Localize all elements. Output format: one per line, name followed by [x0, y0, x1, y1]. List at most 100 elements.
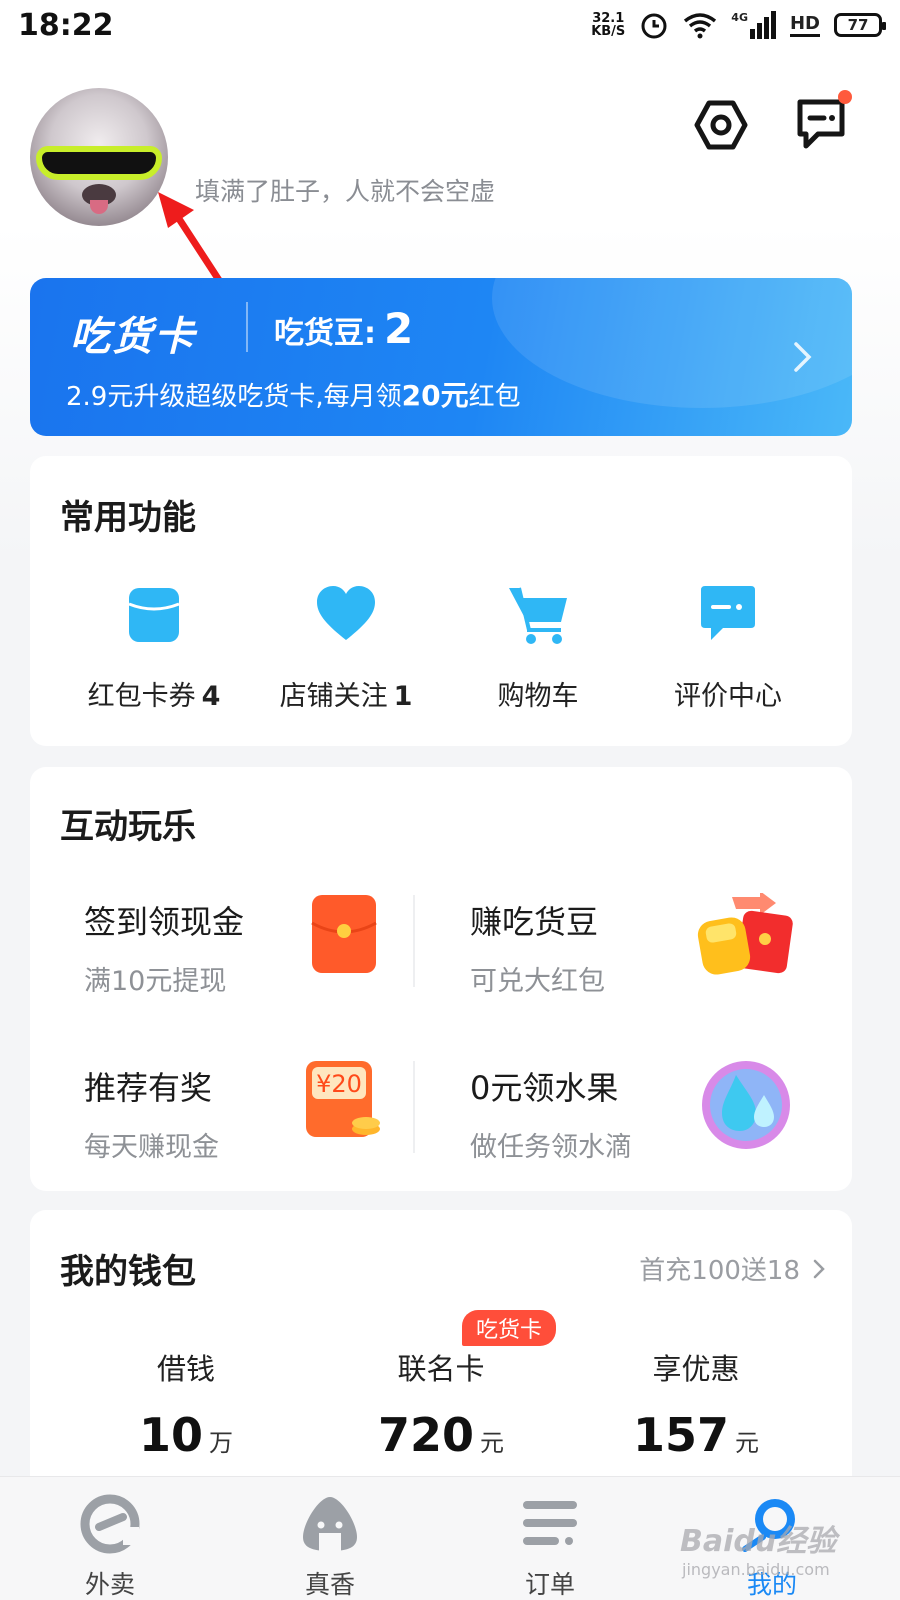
network-speed: 32.1 KB/S: [591, 12, 625, 38]
baidu-watermark: Baidu经验: [680, 1524, 837, 1559]
function-cart-label: 购物车: [497, 681, 579, 712]
function-followed-count: 1: [393, 681, 413, 712]
wallet-discount[interactable]: 享优惠 157 元: [596, 1346, 796, 1462]
coupon-amount-text: ¥20: [316, 1070, 362, 1098]
game-referral-desc: 每天赚现金: [84, 1132, 219, 1163]
avatar-glasses: [36, 146, 162, 180]
tab-zhenxiang-label: 真香: [304, 1570, 355, 1599]
tab-orders-label: 订单: [524, 1570, 575, 1599]
coupon-20-icon: ¥20: [306, 1061, 380, 1137]
function-coupons[interactable]: 红包卡券 4: [54, 584, 254, 713]
tab-takeout[interactable]: 外卖: [50, 1493, 170, 1600]
message-icon[interactable]: [794, 96, 848, 152]
red-envelope-icon: [311, 895, 377, 973]
tab-zhenxiang[interactable]: 真香: [270, 1493, 390, 1600]
wallet-promo-text: 首充100送18: [639, 1256, 800, 1286]
wallet-discount-number: 157: [632, 1408, 730, 1462]
game-checkin-cash[interactable]: 签到领现金 满10元提现: [84, 895, 424, 1007]
common-functions-title: 常用功能: [60, 498, 196, 538]
function-followed-label: 店铺关注 1: [246, 674, 446, 713]
function-reviews-label: 评价中心: [674, 681, 782, 712]
beans-gift-icon: [697, 893, 793, 975]
foodie-beans-count: 2: [384, 304, 414, 353]
foodie-card-banner[interactable]: 吃货卡 吃货豆: 2 2.9元升级超级吃货卡,每月领20元红包: [30, 278, 852, 436]
wallet-promo-link[interactable]: 首充100送18: [639, 1250, 826, 1287]
message-unread-dot: [838, 90, 852, 104]
profile-motto[interactable]: 填满了肚子，人就不会空虚: [195, 172, 495, 208]
foodie-card-title: 吃货卡: [70, 314, 196, 360]
wallet-loan-value: 10 万: [86, 1408, 286, 1462]
game-checkin-name: 签到领现金: [84, 903, 245, 941]
wallet-discount-unit: 元: [735, 1429, 760, 1457]
wallet-loan[interactable]: 借钱 10 万: [86, 1346, 286, 1462]
game-beans-name: 赚吃货豆: [470, 903, 599, 941]
function-coupons-count: 4: [201, 681, 221, 712]
game-free-fruit[interactable]: 0元领水果 做任务领水滴: [470, 1061, 810, 1173]
foodie-promo-amount: 20元: [401, 379, 469, 412]
wallet-discount-label: 享优惠: [652, 1352, 740, 1386]
cart-icon: [509, 587, 567, 644]
function-reviews[interactable]: 评价中心: [628, 584, 828, 713]
wallet-discount-value: 157 元: [596, 1408, 796, 1462]
cellular-signal-icon: 4G: [731, 11, 776, 39]
wallet-icon: [128, 588, 180, 642]
heart-icon: [317, 586, 375, 640]
status-time: 18:22: [18, 7, 114, 43]
baidu-watermark-url: jingyan.baidu.com: [682, 1560, 830, 1579]
foodie-beans: 吃货豆: 2: [274, 304, 413, 353]
chevron-right-icon[interactable]: [792, 340, 814, 374]
game-divider: [413, 1061, 415, 1153]
alarm-icon: [641, 13, 667, 39]
settings-icon[interactable]: [694, 98, 748, 152]
function-followed-text: 店铺关注: [279, 681, 388, 712]
function-coupons-label: 红包卡券 4: [54, 674, 254, 713]
wifi-icon: [684, 13, 717, 39]
wallet-cobrand-unit: 元: [480, 1429, 505, 1457]
wallet-foodie-badge: 吃货卡: [462, 1310, 557, 1346]
tab-orders[interactable]: 订单: [490, 1493, 610, 1600]
foodie-beans-label: 吃货豆:: [274, 316, 376, 351]
function-followed-stores[interactable]: 店铺关注 1: [246, 584, 446, 713]
game-fruit-desc: 做任务领水滴: [470, 1132, 632, 1163]
game-beans-desc: 可兑大红包: [470, 966, 605, 997]
interactive-card: 互动玩乐 签到领现金 满10元提现 赚吃货豆 可兑大红包 推荐有奖 每天赚现金 …: [30, 767, 852, 1191]
battery-indicator: 77: [834, 13, 886, 37]
wallet-loan-label: 借钱: [156, 1352, 215, 1386]
common-functions-card: 常用功能 红包卡券 4 店铺关注 1 购物车 评价中心: [30, 456, 852, 746]
hd-icon: HD: [789, 13, 820, 37]
network-type: 4G: [731, 11, 748, 24]
foodie-promo-suffix: 红包: [468, 382, 521, 412]
foodie-card-promo: 2.9元升级超级吃货卡,每月领20元红包: [66, 374, 521, 414]
water-drop-icon: [702, 1061, 790, 1149]
list-icon: [523, 1501, 577, 1545]
status-bar: 18:22 32.1 KB/S 4G HD 77: [0, 0, 900, 50]
function-coupons-text: 红包卡券: [87, 681, 196, 712]
wallet-cobrand-value: 720 元: [341, 1408, 541, 1462]
game-referral-name: 推荐有奖: [84, 1069, 213, 1107]
takeout-icon: [80, 1494, 140, 1554]
avatar-tongue: [90, 200, 108, 214]
function-cart[interactable]: 购物车: [438, 584, 638, 713]
wallet-cobrand-number: 720: [377, 1408, 475, 1462]
onigiri-icon: [303, 1497, 357, 1551]
wallet-cobrand-card[interactable]: 联名卡 720 元: [341, 1346, 541, 1462]
wallet-card: 我的钱包 首充100送18 吃货卡 借钱 10 万 联名卡 720 元 享优惠 …: [30, 1210, 852, 1510]
game-checkin-desc: 满10元提现: [84, 966, 227, 997]
game-fruit-name: 0元领水果: [470, 1069, 619, 1107]
wallet-loan-unit: 万: [209, 1429, 233, 1457]
tab-takeout-label: 外卖: [84, 1570, 135, 1599]
game-referral-reward[interactable]: 推荐有奖 每天赚现金 ¥20: [84, 1061, 424, 1173]
game-divider: [413, 895, 415, 987]
game-earn-beans[interactable]: 赚吃货豆 可兑大红包: [470, 893, 810, 1007]
comment-icon: [701, 586, 755, 640]
network-speed-unit: KB/S: [591, 24, 626, 39]
avatar[interactable]: [30, 88, 168, 226]
wallet-title: 我的钱包: [60, 1252, 196, 1292]
interactive-title: 互动玩乐: [60, 807, 196, 847]
wallet-loan-number: 10: [138, 1408, 203, 1462]
wallet-cobrand-label: 联名卡: [397, 1352, 485, 1386]
foodie-card-divider: [246, 302, 248, 352]
foodie-promo-prefix: 2.9元升级超级吃货卡,每月领: [66, 382, 402, 412]
status-icons: 32.1 KB/S 4G HD 77: [591, 10, 886, 40]
chevron-right-icon: [813, 1259, 825, 1278]
